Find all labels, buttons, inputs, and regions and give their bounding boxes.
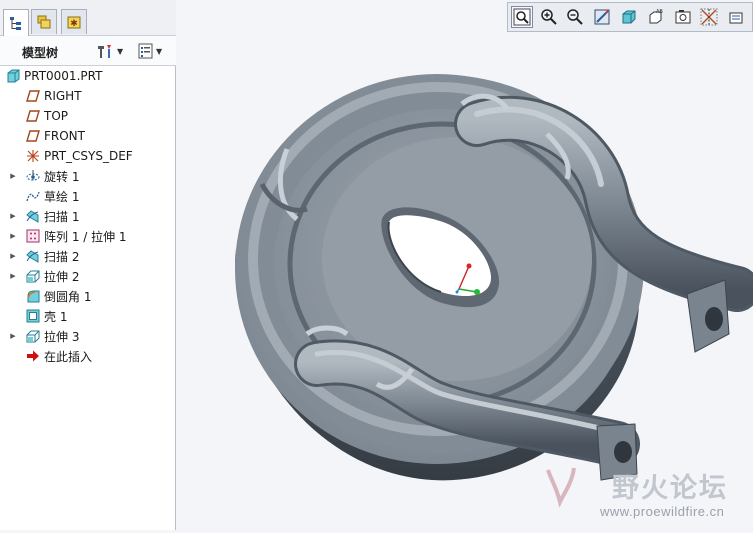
expand-arrow-icon[interactable]: ▶ bbox=[9, 326, 17, 346]
tree-item-csys[interactable]: PRT_CSYS_DEF bbox=[26, 146, 133, 166]
chevron-down-icon: ▼ bbox=[156, 46, 163, 56]
part-icon bbox=[6, 69, 20, 83]
csys-icon bbox=[26, 149, 40, 163]
tree-item-label: 壳 1 bbox=[44, 309, 68, 324]
model-tree-toolbar: 模型树 ▼ ▼ bbox=[0, 36, 176, 66]
extrude-icon bbox=[26, 269, 40, 283]
tree-item-label: 拉伸 2 bbox=[44, 269, 80, 284]
view-toolbar: AB bbox=[507, 2, 753, 32]
revolve-icon bbox=[26, 169, 40, 183]
shell-icon bbox=[26, 309, 40, 323]
refit-icon bbox=[513, 8, 531, 26]
tree-item-shell[interactable]: 壳 1 bbox=[26, 306, 67, 326]
tree-show-button[interactable]: ▼ bbox=[138, 41, 162, 61]
tree-item-right-plane[interactable]: RIGHT bbox=[26, 86, 82, 106]
zoom-out-button[interactable] bbox=[565, 6, 587, 28]
spin-center-icon bbox=[729, 12, 743, 24]
sweep-icon bbox=[26, 249, 40, 263]
tree-item-label: TOP bbox=[44, 109, 69, 123]
expand-arrow-icon[interactable]: ▶ bbox=[9, 246, 17, 266]
svg-text:✱: ✱ bbox=[70, 19, 78, 29]
tools-settings-icon bbox=[98, 45, 111, 58]
saved-views-button[interactable]: AB bbox=[645, 6, 667, 28]
navigator-tabs: ✱ bbox=[0, 0, 176, 36]
tree-item-top-plane[interactable]: TOP bbox=[26, 106, 68, 126]
tree-item-label: 拉伸 3 bbox=[44, 329, 80, 344]
model-tree-tab-icon bbox=[10, 17, 21, 30]
tree-item-label: 扫描 1 bbox=[44, 209, 80, 224]
tree-item-insert-here[interactable]: 在此插入 bbox=[26, 346, 92, 366]
tree-item-label: 倒圆角 1 bbox=[44, 289, 92, 304]
tree-item-label: FRONT bbox=[44, 129, 85, 143]
folder-browser-tab[interactable] bbox=[31, 9, 57, 34]
expand-arrow-icon[interactable]: ▶ bbox=[9, 226, 17, 246]
favorites-tab-icon: ✱ bbox=[67, 16, 81, 29]
model-render bbox=[234, 74, 753, 481]
layers-icon bbox=[675, 10, 691, 24]
chevron-down-icon: ▼ bbox=[117, 46, 124, 56]
navigator-panel: ✱ 模型树 ▼ ▼ PRT0001.PRT RIGHT TOP FRONT PR… bbox=[0, 0, 176, 530]
expand-arrow-icon[interactable]: ▶ bbox=[9, 166, 17, 186]
spin-center-button[interactable] bbox=[725, 6, 747, 28]
tree-item-sweep-1[interactable]: ▶ 扫描 1 bbox=[0, 206, 79, 226]
watermark-main: 野火论坛 bbox=[612, 473, 728, 504]
layers-button[interactable] bbox=[672, 6, 694, 28]
tree-item-label: 旋转 1 bbox=[44, 169, 80, 184]
tree-item-revolve[interactable]: ▶ 旋转 1 bbox=[0, 166, 79, 186]
tree-item-label: PRT_CSYS_DEF bbox=[44, 149, 133, 163]
watermark-logo bbox=[542, 462, 578, 514]
zoom-out-icon bbox=[567, 9, 584, 25]
tree-item-sketch[interactable]: 草绘 1 bbox=[26, 186, 79, 206]
svg-text:AB: AB bbox=[656, 9, 663, 15]
repaint-button[interactable] bbox=[591, 6, 613, 28]
datum-display-icon bbox=[700, 8, 718, 26]
tree-settings-button[interactable]: ▼ bbox=[95, 41, 123, 61]
tree-item-sweep-2[interactable]: ▶ 扫描 2 bbox=[0, 246, 79, 266]
tree-item-pattern[interactable]: ▶ 阵列 1 / 拉伸 1 bbox=[0, 226, 127, 246]
sweep-icon bbox=[26, 209, 40, 223]
model-tree-tab[interactable] bbox=[3, 9, 29, 36]
shading-icon bbox=[622, 10, 636, 24]
folder-browser-tab-icon bbox=[37, 15, 51, 29]
expand-arrow-icon[interactable]: ▶ bbox=[9, 266, 17, 286]
tree-item-label: PRT0001.PRT bbox=[24, 69, 103, 83]
model-tree-title: 模型树 bbox=[22, 46, 59, 60]
list-display-icon bbox=[138, 43, 153, 59]
expand-arrow-icon[interactable]: ▶ bbox=[9, 206, 17, 226]
round-icon bbox=[26, 289, 40, 303]
extrude-icon bbox=[26, 329, 40, 343]
tree-item-extrude-3[interactable]: ▶ 拉伸 3 bbox=[0, 326, 79, 346]
repaint-icon bbox=[594, 9, 610, 25]
datum-plane-icon bbox=[26, 129, 40, 143]
watermark-url: www.proewildfire.cn bbox=[600, 504, 725, 519]
saved-views-icon: AB bbox=[649, 9, 663, 24]
tree-item-label: 在此插入 bbox=[44, 349, 93, 364]
datum-plane-icon bbox=[26, 89, 40, 103]
datum-plane-icon bbox=[26, 109, 40, 123]
sketch-icon bbox=[26, 189, 40, 203]
tree-item-round[interactable]: 倒圆角 1 bbox=[26, 286, 91, 306]
graphics-viewport[interactable] bbox=[177, 34, 753, 530]
tree-item-label: 草绘 1 bbox=[44, 189, 80, 204]
favorites-tab[interactable]: ✱ bbox=[61, 9, 87, 34]
tree-item-extrude-2[interactable]: ▶ 拉伸 2 bbox=[0, 266, 79, 286]
zoom-in-icon bbox=[540, 9, 557, 25]
refit-button[interactable] bbox=[511, 6, 533, 28]
shading-button[interactable] bbox=[618, 6, 640, 28]
pattern-icon bbox=[26, 229, 40, 243]
datum-display-button[interactable] bbox=[698, 6, 720, 28]
tree-item-label: 扫描 2 bbox=[44, 249, 80, 264]
zoom-in-button[interactable] bbox=[538, 6, 560, 28]
insert-here-arrow-icon bbox=[26, 349, 40, 363]
tree-item-label: 阵列 1 / 拉伸 1 bbox=[44, 229, 127, 244]
tree-item-label: RIGHT bbox=[44, 89, 82, 103]
tree-item-front-plane[interactable]: FRONT bbox=[26, 126, 85, 146]
tree-item-part[interactable]: PRT0001.PRT bbox=[6, 66, 102, 86]
